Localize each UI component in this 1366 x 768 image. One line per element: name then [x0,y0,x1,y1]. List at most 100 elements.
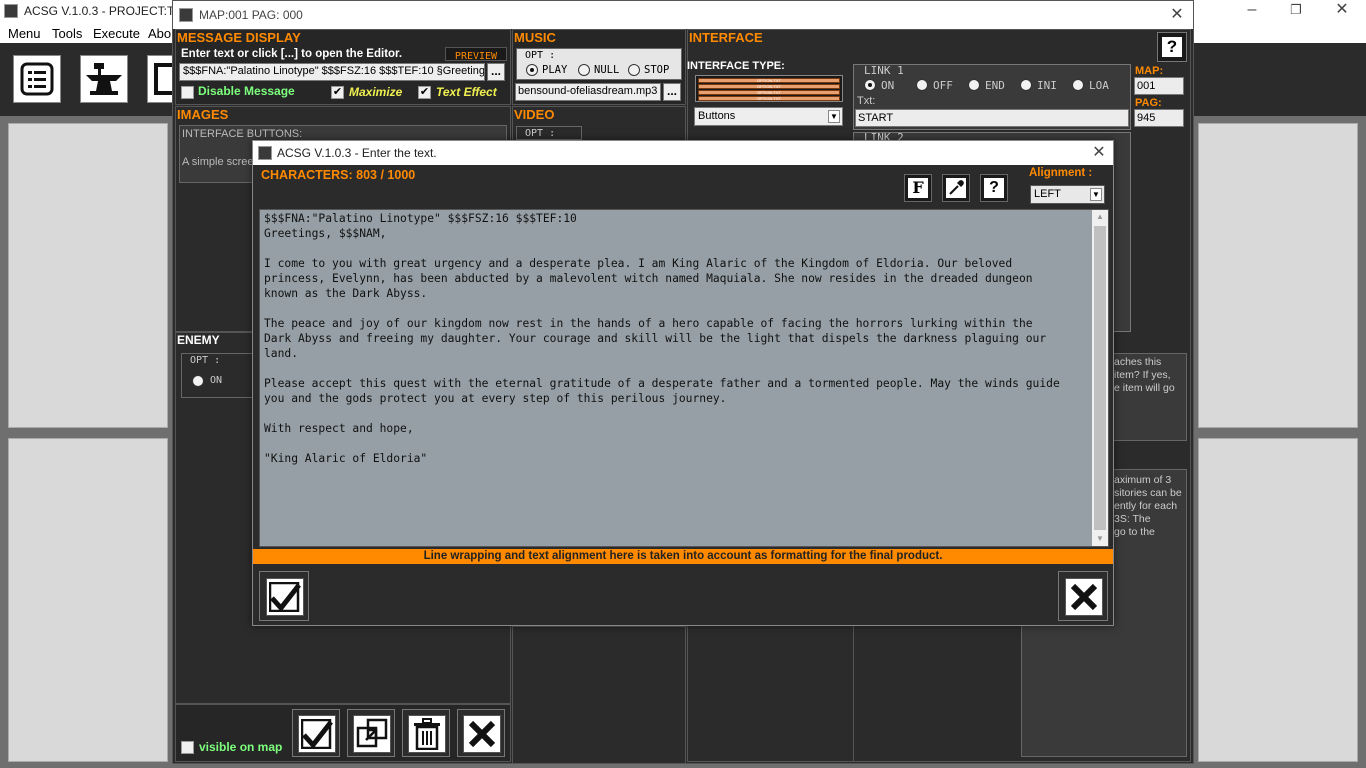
music-title: MUSIC [514,30,556,45]
font-button[interactable]: F [904,174,932,202]
dialog-ok-button[interactable] [259,571,309,621]
link1-txt-field[interactable]: START [855,109,1129,127]
editor-line: The peace and joy of our kingdom now res… [264,317,1033,330]
map-window-title: MAP:001 PAG: 000 [199,8,303,22]
interface-type-label: INTERFACE TYPE: [687,60,785,72]
editor-text: $$$FNA:"Palatino Linotype" $$$FSZ:16 $$$… [264,211,1086,466]
editor-line: Dark Abyss and freeing my daughter. Your… [264,332,1047,345]
link1-loa-label: LOA [1089,79,1109,92]
enemy-opt-label: OPT : [190,355,221,366]
interface-buttons-label: INTERFACE BUTTONS: [182,128,303,140]
pag-label: PAG: [1135,97,1162,109]
visible-on-map-label: visible on map [199,740,283,754]
menu-item-about[interactable]: Abo [148,26,171,41]
interface-help-button[interactable]: ? [1157,32,1187,62]
editor-line: I come to you with great urgency and a d… [264,257,1013,270]
link1-on-radio[interactable] [864,79,876,91]
color-picker-button[interactable] [942,174,970,202]
message-text-value: $$$FNA:"Palatino Linotype" $$$FSZ:16 $$$… [183,65,485,77]
enemy-on-radio[interactable] [192,375,204,387]
menu-item-tools[interactable]: Tools [52,26,82,41]
menu-item-execute[interactable]: Execute [93,26,140,41]
scroll-down-icon[interactable]: ▼ [1092,532,1108,546]
alignment-label: Alignment : [1029,167,1093,179]
dialog-check-icon [266,578,304,616]
eyedropper-icon [946,178,966,198]
scroll-up-icon[interactable]: ▲ [1092,210,1108,224]
editor-line: known as the Dark Abyss. [264,287,428,300]
link1-on-label: ON [881,79,895,92]
message-text-field[interactable]: $$$FNA:"Palatino Linotype" $$$FSZ:16 $$$… [179,63,485,81]
editor-line: land. [264,347,299,360]
interface-type-value: Buttons [698,110,736,122]
dialog-cancel-button[interactable] [1058,571,1108,621]
alignment-select[interactable]: LEFT ▼ [1030,185,1105,204]
music-null-radio[interactable] [578,64,590,76]
music-browse-button[interactable]: ... [663,83,681,101]
message-display-title: MESSAGE DISPLAY [177,30,301,45]
pag-field[interactable]: 945 [1134,109,1184,127]
close-icon[interactable]: ✕ [1330,0,1354,20]
music-file-field[interactable]: bensound-ofeliasdream.mp3 [515,83,661,101]
editor-line: Greetings, $$$NAM, [264,227,387,240]
editor-line: With respect and hope, [264,422,414,435]
dialog-app-icon [258,146,272,160]
check-icon [298,715,336,753]
interface-title: INTERFACE [689,30,763,45]
list-tool-icon[interactable] [13,55,61,103]
link1-txt-label: Txt: [857,95,876,107]
cancel-map-button[interactable] [457,709,505,757]
page-thumbnail-2 [8,438,168,762]
music-stop-radio[interactable] [628,64,640,76]
text-effect-checkbox[interactable]: ✔ [418,86,431,99]
link1-ini-radio[interactable] [1020,79,1032,91]
music-opt-group: OPT : PLAY NULL STOP [516,48,682,80]
images-title: IMAGES [177,107,229,122]
dialog-title: ACSG V.1.0.3 - Enter the text. [277,146,437,160]
minimize-icon[interactable]: – [1240,0,1264,20]
delete-map-button[interactable] [402,709,450,757]
font-icon: F [908,178,928,198]
link1-ini-label: INI [1037,79,1057,92]
video-opt-group: OPT : [516,126,582,140]
alignment-value: LEFT [1034,188,1061,200]
map-field[interactable]: 001 [1134,77,1184,95]
trash-icon [408,715,446,753]
anvil-tool-icon[interactable] [80,55,128,103]
scroll-thumb[interactable] [1094,226,1106,530]
editor-scrollbar[interactable]: ▲ ▼ [1092,210,1108,546]
formatting-note-bar: Line wrapping and text alignment here is… [253,549,1113,564]
interface-type-select[interactable]: Buttons ▼ [694,107,843,126]
music-play-radio[interactable] [526,64,538,76]
enemy-title: ENEMY [177,333,220,347]
message-editor-button[interactable]: ... [487,63,505,81]
copy-map-button[interactable] [347,709,395,757]
maximize-checkbox[interactable]: ✔ [331,86,344,99]
restore-icon[interactable]: ❐ [1284,0,1308,20]
dialog-help-button[interactable]: ? [980,174,1008,202]
link1-off-radio[interactable] [916,79,928,91]
video-lower-area [512,626,686,764]
preview-button[interactable]: PREVIEW [445,47,507,62]
visible-on-map-checkbox[interactable] [181,741,194,754]
link1-end-radio[interactable] [968,79,980,91]
disable-message-label: Disable Message [198,84,295,98]
link1-off-label: OFF [933,79,953,92]
dialog-x-icon [1065,578,1103,616]
enemy-opt-group: OPT : ON [181,353,261,398]
x-icon [463,715,501,753]
menu-item-menu[interactable]: Menu [8,26,41,41]
maximize-label: Maximize [349,85,403,99]
editor-textarea[interactable]: $$$FNA:"Palatino Linotype" $$$FSZ:16 $$$… [259,209,1109,547]
dialog-close-icon[interactable]: ✕ [1089,143,1109,163]
link1-loa-radio[interactable] [1072,79,1084,91]
confirm-map-button[interactable] [292,709,340,757]
map-label: MAP: [1135,65,1164,77]
map-close-icon[interactable]: ✕ [1167,5,1187,25]
music-play-label: PLAY [542,64,568,76]
disable-message-checkbox[interactable] [181,86,194,99]
